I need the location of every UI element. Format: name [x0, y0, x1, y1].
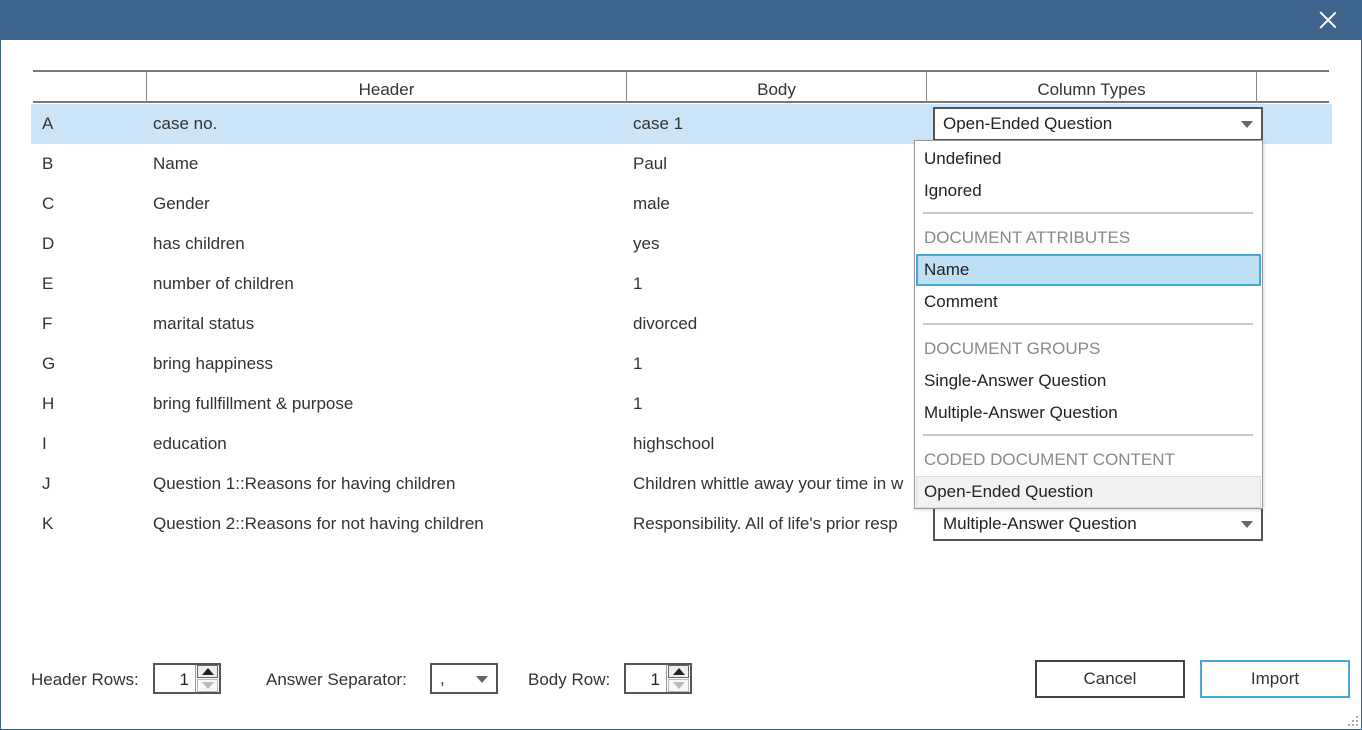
stepper-down-icon[interactable]	[668, 679, 689, 692]
row-header: Question 1::Reasons for having children	[153, 474, 456, 493]
answer-separator-combo[interactable]: ,	[430, 663, 498, 694]
row-header: education	[153, 434, 227, 453]
option-single-answer[interactable]: Single-Answer Question	[916, 365, 1261, 397]
row-header: bring happiness	[153, 354, 274, 373]
row-header: Question 2::Reasons for not having child…	[153, 514, 484, 533]
stepper-down-icon[interactable]	[197, 679, 218, 692]
header-rows-label: Header Rows:	[31, 670, 139, 689]
option-multiple-answer[interactable]: Multiple-Answer Question	[916, 397, 1261, 429]
row-letter: B	[42, 154, 54, 173]
answer-separator-value: ,	[440, 669, 445, 688]
header-rows-value[interactable]: 1	[180, 665, 189, 694]
group-document-attributes: DOCUMENT ATTRIBUTES	[924, 228, 1131, 247]
column-type-value: Open-Ended Question	[943, 114, 1113, 133]
option-open-ended[interactable]: Open-Ended Question	[916, 476, 1261, 508]
column-header-filler	[1256, 72, 1329, 103]
row-header: Gender	[153, 194, 210, 213]
chevron-down-icon	[476, 676, 488, 683]
body-row-value[interactable]: 1	[651, 665, 660, 694]
stepper-up-icon[interactable]	[197, 665, 218, 678]
column-type-combo[interactable]: Multiple-Answer Question	[933, 507, 1263, 541]
resize-grip-icon[interactable]	[1346, 714, 1358, 726]
row-body: Responsibility. All of life's prior resp	[633, 514, 898, 533]
answer-separator-label: Answer Separator:	[266, 670, 407, 689]
group-document-groups: DOCUMENT GROUPS	[924, 339, 1101, 358]
row-letter: I	[42, 434, 47, 453]
row-header: number of children	[153, 274, 294, 293]
dropdown-separator	[923, 212, 1253, 214]
row-body: highschool	[633, 434, 715, 453]
row-body: Children whittle away your time in w	[633, 474, 904, 493]
row-body: male	[633, 194, 670, 213]
row-body: divorced	[633, 314, 698, 333]
row-body: 1	[633, 274, 643, 293]
row-letter: K	[42, 514, 54, 533]
row-letter: A	[42, 114, 54, 133]
stepper-buttons	[195, 665, 219, 692]
column-type-combo[interactable]: Open-Ended Question	[933, 107, 1263, 141]
row-letter: C	[42, 194, 55, 213]
row-letter: E	[42, 274, 54, 293]
row-header: has children	[153, 234, 245, 253]
chevron-down-icon	[1241, 121, 1253, 128]
body-row-label: Body Row:	[528, 670, 611, 689]
option-name[interactable]: Name	[916, 254, 1261, 286]
row-header: Name	[153, 154, 199, 173]
close-icon[interactable]	[1318, 10, 1338, 30]
dropdown-separator	[923, 434, 1253, 436]
column-type-dropdown: Undefined Ignored DOCUMENT ATTRIBUTES Na…	[914, 140, 1263, 509]
row-body: Paul	[633, 154, 668, 173]
column-header-index	[33, 72, 146, 103]
option-undefined[interactable]: Undefined	[916, 143, 1261, 175]
cancel-button[interactable]: Cancel	[1035, 660, 1185, 698]
row-body: yes	[633, 234, 660, 253]
group-coded-content: CODED DOCUMENT CONTENT	[924, 450, 1175, 469]
row-header: bring fullfillment & purpose	[153, 394, 354, 413]
row-letter: G	[42, 354, 56, 373]
row-body: 1	[633, 394, 643, 413]
row-letter: F	[42, 314, 53, 333]
option-comment[interactable]: Comment	[916, 286, 1261, 318]
row-header: marital status	[153, 314, 255, 333]
row-letter: H	[42, 394, 55, 413]
import-button[interactable]: Import	[1200, 660, 1350, 698]
table-header: Header Body Column Types	[33, 70, 1329, 103]
option-ignored[interactable]: Ignored	[916, 175, 1261, 207]
table-row[interactable]: A case no. case 1 Open-Ended Question	[31, 104, 1332, 144]
header-rows-stepper[interactable]: 1	[153, 663, 221, 694]
dropdown-separator	[923, 323, 1253, 325]
column-type-value: Multiple-Answer Question	[943, 514, 1137, 533]
stepper-up-icon[interactable]	[668, 665, 689, 678]
title-bar	[0, 0, 1362, 40]
row-body: 1	[633, 354, 643, 373]
table-row[interactable]: K Question 2::Reasons for not having chi…	[31, 504, 1332, 544]
column-header-types[interactable]: Column Types	[926, 72, 1256, 103]
row-letter: D	[42, 234, 55, 253]
body-row-stepper[interactable]: 1	[624, 663, 692, 694]
row-letter: J	[42, 474, 51, 493]
column-header-body[interactable]: Body	[626, 72, 926, 103]
row-body: case 1	[633, 114, 684, 133]
column-header-header[interactable]: Header	[146, 72, 626, 103]
row-header: case no.	[153, 114, 218, 133]
stepper-buttons	[666, 665, 690, 692]
chevron-down-icon	[1241, 521, 1253, 528]
